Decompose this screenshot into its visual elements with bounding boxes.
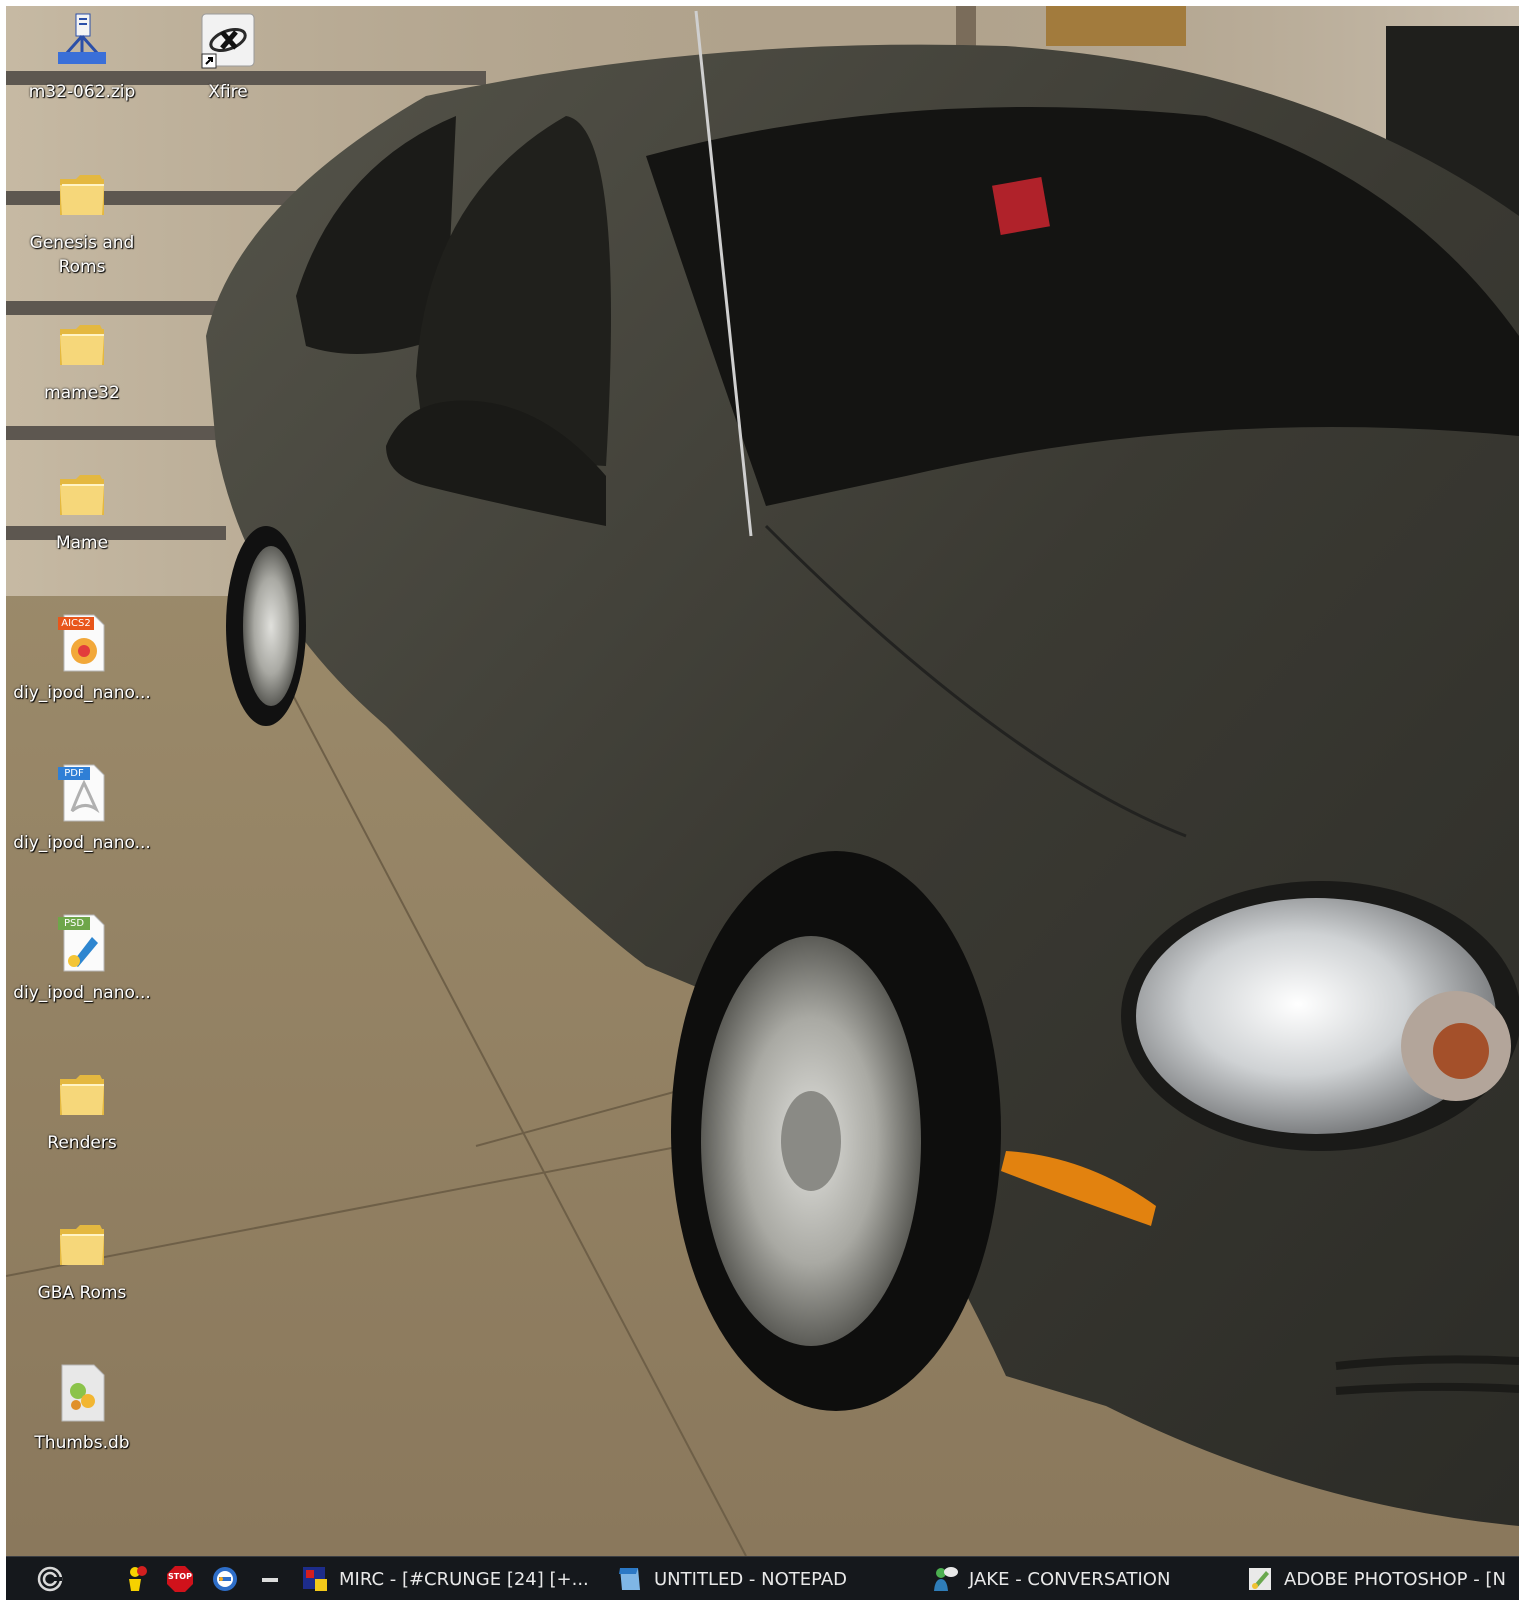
desktop-icon[interactable]: mame32 bbox=[7, 311, 157, 405]
folder-icon bbox=[54, 311, 110, 375]
mirc-icon bbox=[301, 1565, 329, 1593]
desktop-icon-label: diy_ipod_nano... bbox=[13, 833, 151, 853]
desktop-icon-label: Renders bbox=[47, 1133, 117, 1153]
desktop-icon[interactable]: Renders bbox=[7, 1061, 157, 1155]
desktop-wallpaper bbox=[6, 6, 1519, 1556]
minimize-icon bbox=[256, 1565, 284, 1593]
start-orb-icon bbox=[36, 1565, 64, 1593]
quicklaunch-minimize[interactable] bbox=[256, 1557, 284, 1600]
file-type-badge: AICS2 bbox=[61, 618, 91, 629]
db-file-icon bbox=[54, 1361, 110, 1425]
folder-icon bbox=[54, 1211, 110, 1275]
desktop-icon-label: Genesis and Roms bbox=[29, 233, 135, 277]
taskbar-window-label: JAKE - CONVERSATION bbox=[969, 1568, 1171, 1590]
file-type-badge: PSD bbox=[63, 918, 85, 929]
car-wallpaper-image bbox=[6, 6, 1519, 1556]
stop-sign-text: STOP bbox=[168, 1572, 192, 1581]
xfire-shortcut-icon bbox=[200, 10, 256, 74]
desktop-icon[interactable]: Thumbs.db bbox=[7, 1361, 157, 1455]
desktop-icon-label: mame32 bbox=[44, 383, 120, 403]
file-type-badge: PDF bbox=[64, 768, 84, 779]
desktop-icon-label: Xfire bbox=[208, 82, 248, 102]
desktop-icon[interactable]: m32-062.zip bbox=[7, 10, 157, 104]
taskbar-window-notepad[interactable]: UNTITLED - NOTEPAD bbox=[616, 1557, 847, 1600]
folder-icon bbox=[54, 1061, 110, 1125]
taskbar-window-mirc[interactable]: MIRC - [#CRUNGE [24] [+... bbox=[301, 1557, 589, 1600]
desktop-icon-label: diy_ipod_nano... bbox=[13, 983, 151, 1003]
notepad-icon bbox=[616, 1565, 644, 1593]
quicklaunch-stop[interactable]: STOP bbox=[166, 1557, 194, 1600]
desktop-icon[interactable]: Mame bbox=[7, 461, 157, 555]
taskbar: STOP MIRC - [#CRUNGE [24] [+... UNTITLED… bbox=[6, 1556, 1519, 1600]
conversation-icon bbox=[931, 1565, 959, 1593]
folder-icon bbox=[54, 461, 110, 525]
taskbar-window-label: MIRC - [#CRUNGE [24] [+... bbox=[339, 1568, 589, 1590]
ai-file-icon: AICS2 bbox=[54, 611, 110, 675]
taskbar-window-photoshop[interactable]: ADOBE PHOTOSHOP - [N bbox=[1246, 1557, 1506, 1600]
desktop-icon[interactable]: PDF diy_ipod_nano... bbox=[7, 761, 157, 855]
desktop-icon-label: GBA Roms bbox=[37, 1283, 127, 1303]
folder-icon bbox=[54, 161, 110, 225]
taskbar-window-label: UNTITLED - NOTEPAD bbox=[654, 1568, 848, 1590]
psd-file-icon: PSD bbox=[54, 911, 110, 975]
messenger-icon bbox=[211, 1565, 239, 1593]
desktop-icon[interactable]: Genesis and Roms bbox=[7, 161, 157, 279]
desktop-icon-label: m32-062.zip bbox=[28, 82, 136, 102]
desktop-icon-label: Thumbs.db bbox=[34, 1433, 130, 1453]
taskbar-window-label: ADOBE PHOTOSHOP - [N bbox=[1284, 1568, 1506, 1590]
stop-icon: STOP bbox=[166, 1565, 194, 1593]
quicklaunch-aim[interactable] bbox=[121, 1557, 149, 1600]
taskbar-window-conversation[interactable]: JAKE - CONVERSATION bbox=[931, 1557, 1170, 1600]
desktop-icon-label: diy_ipod_nano... bbox=[13, 683, 151, 703]
desktop-icon[interactable]: Xfire bbox=[153, 10, 303, 104]
pdf-file-icon: PDF bbox=[54, 761, 110, 825]
desktop-icon[interactable]: PSD diy_ipod_nano... bbox=[7, 911, 157, 1005]
desktop-icon[interactable]: GBA Roms bbox=[7, 1211, 157, 1305]
aim-icon bbox=[121, 1565, 149, 1593]
photoshop-icon bbox=[1246, 1565, 1274, 1593]
desktop-icon-label: Mame bbox=[55, 533, 109, 553]
zip-network-icon bbox=[54, 10, 110, 74]
start-button[interactable] bbox=[36, 1557, 64, 1600]
quicklaunch-messenger[interactable] bbox=[211, 1557, 239, 1600]
desktop-icon[interactable]: AICS2 diy_ipod_nano... bbox=[7, 611, 157, 705]
desktop-screen: m32-062.zip Xfire Genesis and Roms mame32 Ma… bbox=[6, 6, 1519, 1600]
